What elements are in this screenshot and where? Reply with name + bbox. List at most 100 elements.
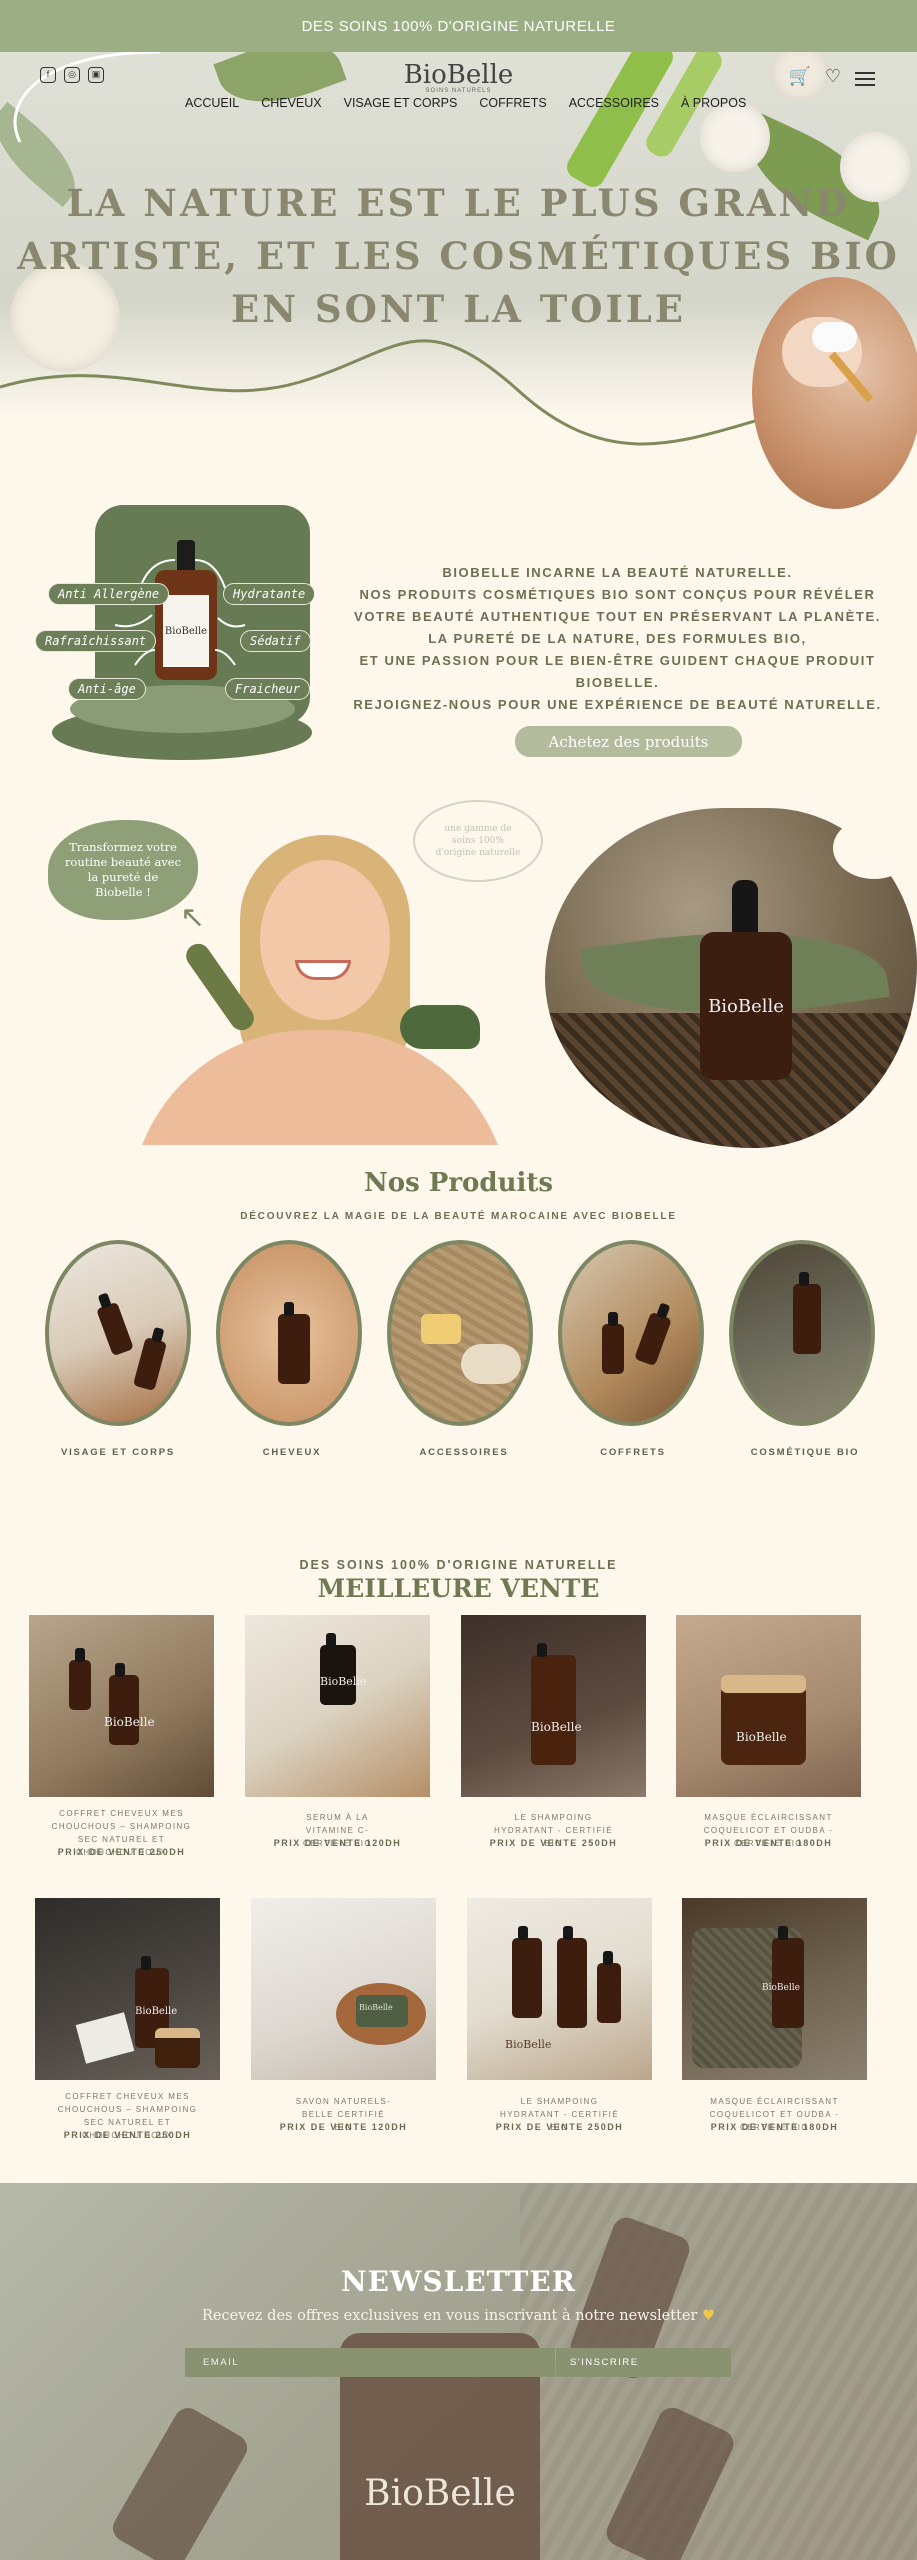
email-field[interactable]	[185, 2348, 555, 2377]
newsletter-title: NEWSLETTER	[341, 2265, 576, 2298]
bottle-decoration	[557, 1926, 587, 2028]
bottle-decoration	[278, 1302, 310, 1384]
cart-icon[interactable]: 🛒	[788, 66, 810, 87]
category-label[interactable]: ACCESSOIRES	[379, 1447, 549, 1458]
nav-item-accessoires[interactable]: ACCESSOIRES	[569, 96, 659, 110]
benefit-badge: Hydratante	[223, 583, 316, 605]
soap-decoration	[421, 1314, 461, 1344]
product-benefits-illustration: BioBelle Anti Allergène Hydratante Rafra…	[35, 500, 340, 770]
product-image[interactable]: BioBelle	[35, 1898, 220, 2080]
nav-item-accueil[interactable]: ACCUEIL	[185, 96, 239, 110]
nav-item-visage-et-corps[interactable]: VISAGE ET CORPS	[344, 96, 458, 110]
hero-title-line: ARTISTE, ET LES COSMÉTIQUES BIO	[17, 234, 900, 278]
products-subtitle: DÉCOUVREZ LA MAGIE DE LA BEAUTÉ MAROCAIN…	[240, 1211, 677, 1222]
benefit-badge: Anti Allergène	[48, 583, 170, 605]
intro-line: BIOBELLE.	[575, 675, 660, 690]
product-image-label: BioBelle	[104, 1715, 155, 1729]
promo-speech-bubble: Transformez votre routine beauté avec la…	[48, 820, 198, 920]
product-image-label: BioBelle	[505, 2038, 552, 2051]
product-price: PRIX DE VENTE 180DH	[710, 2122, 839, 2132]
bestsellers-title: MEILLEURE VENTE	[317, 1574, 600, 1603]
bottle-decoration	[597, 1951, 621, 2023]
category-label[interactable]: COSMÉTIQUE BIO	[720, 1447, 890, 1458]
category-label[interactable]: CHEVEUX	[207, 1447, 377, 1458]
product-price: PRIX DE VENTE 120DH	[279, 2122, 408, 2132]
nav-item-coffrets[interactable]: COFFRETS	[479, 96, 546, 110]
newsletter-section: BioBelle NEWSLETTER Recevez des offres e…	[0, 2183, 917, 2560]
main-nav: ACCUEIL CHEVEUX VISAGE ET CORPS COFFRETS…	[185, 96, 746, 110]
dropper-bulb-decoration	[812, 322, 857, 352]
jar-decoration	[155, 2028, 200, 2068]
product-image-label: BioBelle	[762, 1983, 800, 1993]
bestsellers-kicker: DES SOINS 100% D'ORIGINE NATURELLE	[299, 1558, 618, 1572]
nav-item-cheveux[interactable]: CHEVEUX	[261, 96, 321, 110]
category-label[interactable]: VISAGE ET CORPS	[33, 1447, 203, 1458]
product-price: PRIX DE VENTE 120DH	[273, 1838, 402, 1848]
announcement-text: DES SOINS 100% D'ORIGINE NATURELLE	[301, 17, 616, 35]
shop-products-button[interactable]: Achetez des produits	[515, 726, 742, 757]
bottle-decoration	[109, 1663, 139, 1745]
product-image[interactable]: BioBelle	[682, 1898, 867, 2080]
category-cosmetique-bio-image[interactable]	[729, 1240, 875, 1426]
gua-sha-stone	[400, 1005, 480, 1049]
jar-lid-decoration	[721, 1675, 806, 1693]
menu-icon[interactable]	[855, 72, 875, 86]
product-image-label: BioBelle	[736, 1730, 787, 1744]
product-image[interactable]: BioBelle	[676, 1615, 861, 1797]
hero-dropper-image	[752, 277, 917, 509]
newsletter-subtitle: Recevez des offres exclusives en vous in…	[0, 2308, 917, 2324]
announcement-bar: DES SOINS 100% D'ORIGINE NATURELLE	[0, 0, 917, 52]
dropper-cap	[732, 880, 758, 935]
intro-paragraph: BIOBELLE INCARNE LA BEAUTÉ NATURELLE. NO…	[340, 562, 895, 716]
product-price: PRIX DE VENTE 250DH	[63, 2130, 192, 2140]
jar-decoration	[721, 1685, 806, 1765]
brand-logo-subtitle: SOINS NATURELS	[425, 88, 492, 94]
category-coffrets-image[interactable]	[558, 1240, 704, 1426]
product-price: PRIX DE VENTE 250DH	[57, 1847, 186, 1857]
products-title: Nos Produits	[364, 1168, 553, 1198]
bottle-decoration	[531, 1643, 576, 1765]
product-image[interactable]: BioBelle	[29, 1615, 214, 1797]
newsletter-subtitle-text: Recevez des offres exclusives en vous in…	[201, 2308, 698, 2324]
product-image[interactable]: BioBelle	[461, 1615, 646, 1797]
blob-cutout	[833, 817, 915, 879]
benefit-badge: Anti-âge	[68, 678, 146, 700]
hero-title-line: LA NATURE EST LE PLUS GRAND	[66, 181, 851, 225]
bottle-decoration	[634, 1311, 672, 1367]
product-image[interactable]: BioBelle	[245, 1615, 430, 1797]
heart-icon: ♥	[702, 2308, 716, 2324]
benefit-badge: Sédatif	[240, 630, 311, 652]
product-image-label: BioBelle	[359, 2003, 393, 2012]
heart-icon[interactable]: ♡	[825, 66, 841, 87]
intro-line: VOTRE BEAUTÉ AUTHENTIQUE TOUT EN PRÉSERV…	[354, 609, 881, 624]
product-image[interactable]: BioBelle	[251, 1898, 436, 2080]
model-face	[260, 860, 390, 1020]
brand-logo[interactable]: BioBelle	[0, 60, 917, 90]
bottle-decoration	[132, 1337, 168, 1391]
header-actions: 🛒 ♡	[788, 66, 875, 87]
bottle-decoration	[793, 1272, 821, 1354]
bottle-decoration	[602, 1312, 624, 1374]
product-image-label: BioBelle	[531, 1720, 582, 1734]
stone-decoration	[75, 2012, 135, 2064]
product-price: PRIX DE VENTE 250DH	[495, 2122, 624, 2132]
bottle-label: BioBelle	[700, 932, 792, 1080]
nav-item-a-propos[interactable]: À PROPOS	[681, 96, 746, 110]
subscribe-button[interactable]: S'INSCRIRE	[556, 2348, 731, 2377]
category-label[interactable]: COFFRETS	[548, 1447, 718, 1458]
intro-line: LA PURETÉ DE LA NATURE, DES FORMULES BIO…	[428, 631, 807, 646]
product-image[interactable]: BioBelle	[467, 1898, 652, 2080]
bottle-decoration	[96, 1301, 134, 1357]
arrow-scribble-icon: ↖	[180, 901, 206, 934]
promo-thought-bubble: une gamme de soins 100% d'origine nature…	[413, 800, 543, 882]
intro-line: REJOIGNEZ-NOUS POUR UNE EXPÉRIENCE DE BE…	[353, 697, 882, 712]
bottle-decoration	[512, 1926, 542, 2018]
product-price: PRIX DE VENTE 250DH	[489, 1838, 618, 1848]
intro-line: BIOBELLE INCARNE LA BEAUTÉ NATURELLE.	[442, 565, 793, 580]
category-cheveux-image[interactable]	[216, 1240, 362, 1426]
benefit-badge: Rafraîchissant	[35, 630, 157, 652]
intro-line: NOS PRODUITS COSMÉTIQUES BIO SONT CONÇUS…	[359, 587, 876, 602]
category-visage-corps-image[interactable]	[45, 1240, 191, 1426]
category-accessoires-image[interactable]	[387, 1240, 533, 1426]
dropper-bottle: BioBelle	[700, 880, 792, 1080]
